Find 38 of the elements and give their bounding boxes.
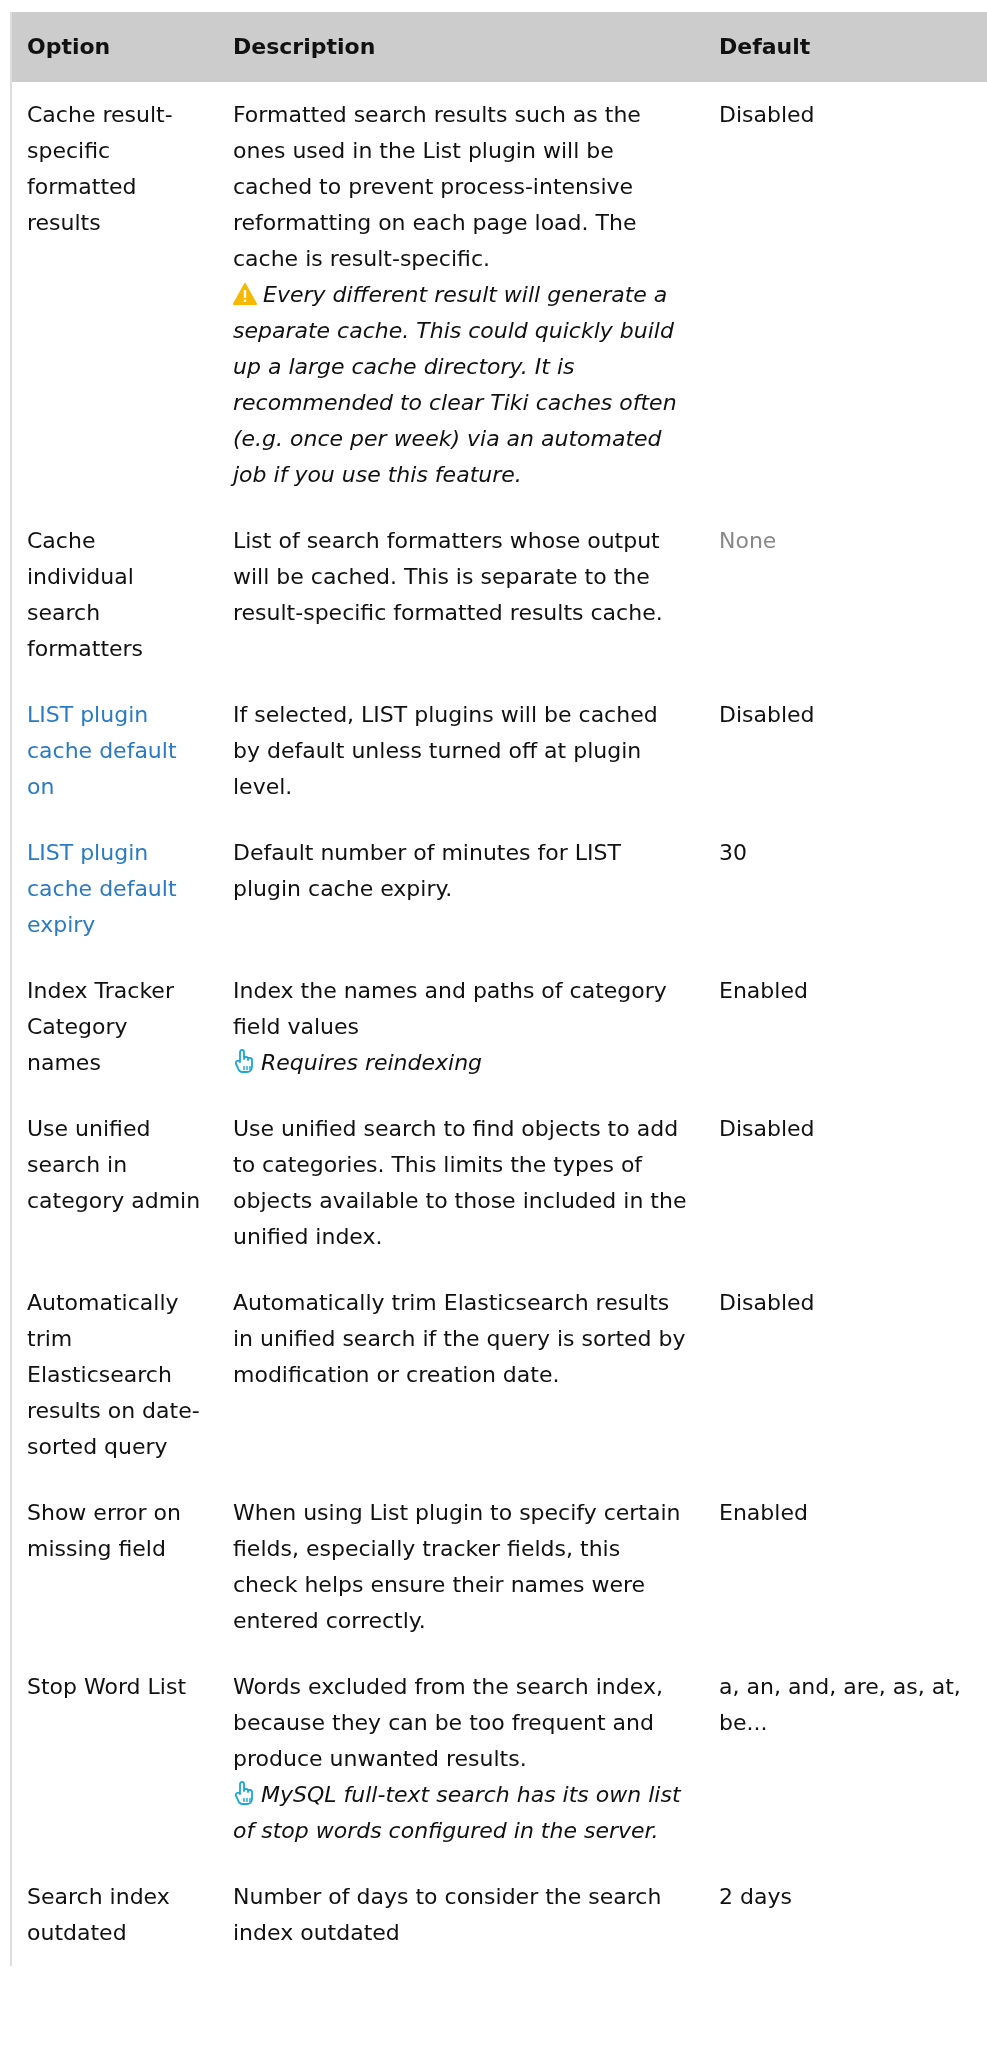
default-value: Disabled: [719, 1116, 815, 1141]
column-header: Default: [704, 12, 987, 82]
option-description: Words excluded from the search index, because they can be too frequent and produce unwanted results.: [233, 1673, 664, 1773]
default-value: Enabled: [719, 1500, 808, 1525]
tip-note: MySQL full-text search has its own list of stop words configured in the server.: [233, 1780, 683, 1845]
option-name: Use unified search in category admin: [27, 1115, 202, 1215]
option-description: List of search formatters whose output will be cached. This is separate to the result-specific formatted results cache.: [233, 527, 664, 627]
option-description: Use unified search to find objects to add to categories. This limits the types of objects available to those included in the unified index.: [233, 1115, 688, 1251]
option-name: Automatically trim Elasticsearch results on date-sorted query: [27, 1289, 201, 1461]
default-value: Disabled: [719, 702, 815, 727]
option-name: Index Tracker Category names: [27, 977, 175, 1077]
column-header: Description: [218, 12, 704, 82]
tip-note: Requires reindexing: [233, 1045, 689, 1081]
default-value: 30: [719, 840, 747, 865]
default-value: Disabled: [719, 102, 815, 127]
option-description: Automatically trim Elasticsearch results in unified search if the query is sorted by modification or creation date.: [233, 1289, 687, 1389]
option-name: Cache result-specific formatted results: [27, 101, 174, 237]
default-value: Disabled: [719, 1290, 815, 1315]
option-description: Index the names and paths of category field values: [233, 977, 668, 1041]
option-name: Search index outdated: [27, 1883, 171, 1947]
warning-icon: [233, 283, 257, 305]
default-value: None: [719, 528, 777, 553]
default-value: Enabled: [719, 978, 808, 1003]
pointing-hand-icon: [233, 1049, 255, 1073]
option-name: Cache individual search formatters: [27, 527, 145, 663]
default-value: a, an, and, are, as, at, be...: [719, 1674, 961, 1735]
option-description: Default number of minutes for LIST plugin cache expiry.: [233, 839, 622, 903]
option-link[interactable]: LIST plugin cache default expiry: [27, 835, 203, 943]
default-value: 2 days: [719, 1884, 792, 1909]
option-link[interactable]: LIST plugin cache default on: [27, 697, 203, 805]
option-name: Show error on missing field: [27, 1499, 182, 1563]
pointing-hand-icon: [233, 1781, 255, 1805]
option-name: Stop Word List: [27, 1673, 187, 1701]
option-description: Formatted search results such as the ones used in the List plugin will be cached to prevent process-intensive reformatting on each page load. The cache is result-specific.: [233, 101, 642, 273]
option-description: If selected, LIST plugins will be cached by default unless turned off at plugin level.: [233, 701, 659, 801]
column-header: Option: [11, 12, 218, 82]
option-description: Number of days to consider the search index outdated: [233, 1883, 663, 1947]
option-description: When using List plugin to specify certain fields, especially tracker fields, this check helps ensure their names were entered correctly.: [233, 1499, 682, 1635]
